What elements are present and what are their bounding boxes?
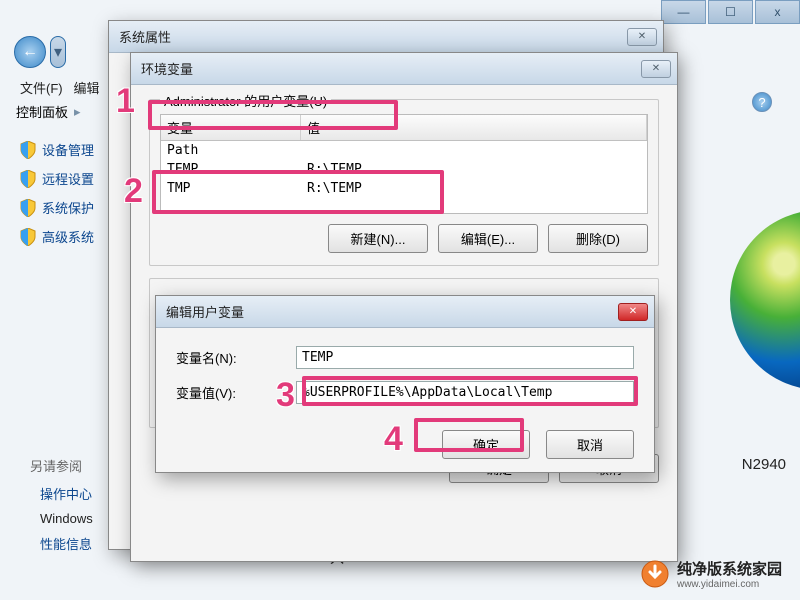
see-also-link-windows[interactable]: Windows bbox=[40, 511, 93, 526]
chevron-right-icon: ▸ bbox=[74, 104, 81, 120]
breadcrumb[interactable]: 控制面板 ▸ bbox=[16, 102, 81, 121]
close-button[interactable]: x bbox=[755, 0, 800, 24]
see-also-link-action-center[interactable]: 操作中心 bbox=[40, 484, 93, 503]
shield-icon bbox=[20, 170, 36, 188]
delete-button[interactable]: 删除(D) bbox=[548, 224, 648, 253]
sidebar-item-label: 高级系统 bbox=[42, 227, 94, 246]
edit-ok-button[interactable]: 确定 bbox=[442, 430, 530, 459]
edit-var-titlebar[interactable]: 编辑用户变量 ✕ bbox=[156, 296, 654, 328]
edit-user-variable-dialog: 编辑用户变量 ✕ 变量名(N): 变量值(V): 确定 取消 bbox=[155, 295, 655, 473]
nav-back-forward: ← ▾ bbox=[14, 36, 66, 68]
col-header-name[interactable]: 变量 bbox=[161, 115, 301, 140]
variable-value-label: 变量值(V): bbox=[176, 383, 296, 402]
see-also-heading: 另请参阅 bbox=[30, 456, 82, 475]
maximize-button[interactable]: ☐ bbox=[708, 0, 753, 24]
windows-orb-graphic bbox=[700, 180, 800, 440]
shield-icon bbox=[20, 228, 36, 246]
table-row[interactable]: TEMP R:\TEMP bbox=[161, 160, 647, 179]
close-icon[interactable]: ✕ bbox=[641, 60, 671, 78]
env-vars-titlebar[interactable]: 环境变量 ✕ bbox=[131, 53, 677, 85]
table-row[interactable]: Path bbox=[161, 141, 647, 160]
download-icon bbox=[641, 560, 669, 588]
breadcrumb-root[interactable]: 控制面板 bbox=[16, 102, 68, 121]
back-button[interactable]: ← bbox=[14, 36, 46, 68]
forward-button[interactable]: ▾ bbox=[50, 36, 66, 68]
variable-value-input[interactable] bbox=[296, 381, 634, 404]
table-header: 变量 值 bbox=[161, 115, 647, 141]
dialog-title: 环境变量 bbox=[141, 59, 193, 78]
watermark-brand: 纯净版系统家园 bbox=[677, 561, 782, 578]
user-variables-group: Administrator 的用户变量(U) 变量 值 Path TEMP R:… bbox=[149, 99, 659, 266]
watermark-url: www.yidaimei.com bbox=[677, 579, 782, 590]
new-button[interactable]: 新建(N)... bbox=[328, 224, 428, 253]
menu-bar: 文件(F) 编辑 bbox=[20, 78, 99, 97]
col-header-value[interactable]: 值 bbox=[301, 115, 647, 140]
sidebar-item-label: 系统保护 bbox=[42, 198, 94, 217]
help-icon[interactable]: ? bbox=[752, 92, 772, 112]
table-row[interactable]: TMP R:\TEMP bbox=[161, 179, 647, 198]
close-icon[interactable]: ✕ bbox=[627, 28, 657, 46]
sidebar-item-label: 远程设置 bbox=[42, 169, 94, 188]
close-icon[interactable]: ✕ bbox=[618, 303, 648, 321]
menu-file[interactable]: 文件(F) bbox=[20, 81, 63, 96]
edit-button[interactable]: 编辑(E)... bbox=[438, 224, 538, 253]
variable-name-label: 变量名(N): bbox=[176, 348, 296, 367]
cpu-label: N2940 bbox=[742, 456, 786, 473]
edit-cancel-button[interactable]: 取消 bbox=[546, 430, 634, 459]
shield-icon bbox=[20, 141, 36, 159]
minimize-button[interactable]: — bbox=[661, 0, 706, 24]
menu-edit[interactable]: 编辑 bbox=[73, 81, 99, 96]
shield-icon bbox=[20, 199, 36, 217]
dialog-title: 系统属性 bbox=[119, 27, 171, 46]
dialog-title: 编辑用户变量 bbox=[166, 302, 244, 321]
variable-name-input[interactable] bbox=[296, 346, 634, 369]
user-variables-legend: Administrator 的用户变量(U) bbox=[160, 91, 331, 110]
see-also-links: 操作中心 Windows 性能信息 bbox=[40, 476, 93, 561]
system-properties-titlebar[interactable]: 系统属性 ✕ bbox=[109, 21, 663, 53]
watermark: 纯净版系统家园 www.yidaimei.com bbox=[641, 558, 782, 590]
outer-window-controls: — ☐ x bbox=[661, 0, 800, 24]
see-also-link-performance[interactable]: 性能信息 bbox=[40, 534, 93, 553]
user-variables-table[interactable]: 变量 值 Path TEMP R:\TEMP TMP R:\TEMP bbox=[160, 114, 648, 214]
sidebar-item-label: 设备管理 bbox=[42, 140, 94, 159]
